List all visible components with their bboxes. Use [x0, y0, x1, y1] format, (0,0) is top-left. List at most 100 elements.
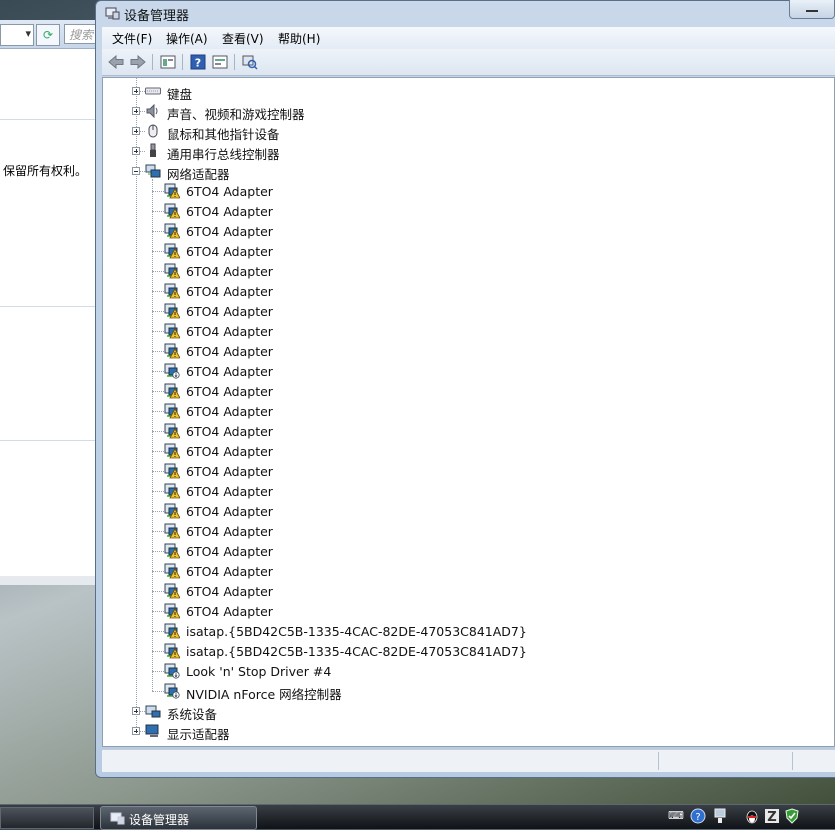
menu-action[interactable]: 操作(A) — [166, 30, 208, 47]
network-adapter-warning-icon — [164, 403, 181, 419]
tree-device[interactable]: NVIDIA nForce 网络控制器 — [103, 681, 834, 702]
tree-device[interactable]: isatap.{5BD42C5B-1335-4CAC-82DE-47053C84… — [103, 621, 834, 641]
network-adapter-warning-icon — [164, 543, 181, 559]
keyboard-icon — [145, 83, 161, 99]
tree-device[interactable]: 6TO4 Adapter — [103, 281, 834, 301]
bg-window-bottom — [0, 576, 96, 585]
tree-item-label: 6TO4 Adapter — [186, 504, 273, 519]
tree-category[interactable]: 系统设备 — [103, 701, 834, 722]
tree-device[interactable]: 6TO4 Adapter — [103, 481, 834, 501]
tree-item-label: 6TO4 Adapter — [186, 224, 273, 239]
menu-file[interactable]: 文件(F) — [112, 30, 152, 47]
back-arrow-icon[interactable] — [106, 52, 126, 72]
tree-item-label: 6TO4 Adapter — [186, 184, 273, 199]
tree-device[interactable]: 6TO4 Adapter — [103, 421, 834, 441]
tree-guide-line — [152, 351, 164, 352]
expand-toggle[interactable] — [132, 87, 140, 95]
window-title: 设备管理器 — [124, 9, 190, 24]
device-tree[interactable]: 键盘 声音、视频和游戏控制器 鼠标和其他指针设备 通用串行总线控制器 网络适配器 6TO4… — [102, 77, 835, 747]
tree-device[interactable]: 6TO4 Adapter — [103, 181, 834, 201]
tree-device[interactable]: 6TO4 Adapter — [103, 601, 834, 621]
show-hidden-icon[interactable] — [210, 52, 230, 72]
tree-device[interactable]: 6TO4 Adapter — [103, 401, 834, 421]
tree-device[interactable]: 6TO4 Adapter — [103, 541, 834, 561]
network-adapter-warning-icon — [164, 603, 181, 619]
shield-check-icon[interactable] — [784, 808, 800, 824]
network-icon[interactable] — [712, 808, 728, 824]
tree-item-label: Look 'n' Stop Driver #4 — [186, 664, 332, 679]
tree-device[interactable]: 6TO4 Adapter — [103, 501, 834, 521]
tree-item-label: isatap.{5BD42C5B-1335-4CAC-82DE-47053C84… — [186, 624, 527, 639]
tree-device[interactable]: Look 'n' Stop Driver #4 — [103, 661, 834, 681]
tree-guide-line — [152, 471, 164, 472]
taskbar-previous-item[interactable] — [0, 807, 94, 829]
properties-icon[interactable] — [158, 52, 178, 72]
tree-device[interactable]: 6TO4 Adapter — [103, 341, 834, 361]
tree-device[interactable]: isatap.{5BD42C5B-1335-4CAC-82DE-47053C84… — [103, 641, 834, 661]
zone-alarm-icon[interactable]: Z — [764, 808, 780, 825]
menu-view[interactable]: 查看(V) — [222, 30, 264, 47]
tree-device[interactable]: 6TO4 Adapter — [103, 561, 834, 581]
taskbar-device-manager-button[interactable]: 设备管理器 — [100, 806, 257, 830]
network-adapter-icon — [164, 683, 180, 699]
tree-device[interactable]: 6TO4 Adapter — [103, 461, 834, 481]
menu-help[interactable]: 帮助(H) — [278, 30, 320, 47]
toolbar-separator — [182, 54, 183, 70]
expand-toggle[interactable] — [132, 727, 140, 735]
expand-toggle[interactable] — [132, 147, 140, 155]
network-adapter-warning-icon — [164, 463, 181, 479]
forward-arrow-icon[interactable] — [128, 52, 148, 72]
refresh-icon[interactable]: ⟳ — [36, 24, 60, 46]
network-adapter-warning-icon — [164, 563, 181, 579]
tree-guide-line — [152, 491, 164, 492]
tree-device[interactable]: 6TO4 Adapter — [103, 361, 834, 381]
tree-guide-line — [152, 591, 164, 592]
tree-guide-line — [152, 211, 164, 212]
title-bar[interactable]: 设备管理器 — [96, 0, 835, 25]
tree-category[interactable]: 键盘 — [103, 81, 834, 102]
expand-toggle[interactable] — [132, 107, 140, 115]
taskbar-button-label: 设备管理器 — [129, 813, 190, 827]
tree-device[interactable]: 6TO4 Adapter — [103, 241, 834, 261]
tree-item-label: 6TO4 Adapter — [186, 544, 273, 559]
tree-device[interactable]: 6TO4 Adapter — [103, 221, 834, 241]
tree-device[interactable]: 6TO4 Adapter — [103, 301, 834, 321]
keyboard-icon[interactable]: ⌨ — [668, 808, 684, 824]
tree-guide-line — [152, 691, 164, 692]
tree-guide-line — [152, 271, 164, 272]
system-device-icon — [145, 703, 161, 719]
network-adapter-warning-icon — [164, 423, 181, 439]
status-divider — [792, 752, 793, 770]
tree-item-label: 6TO4 Adapter — [186, 324, 273, 339]
tree-device[interactable]: 6TO4 Adapter — [103, 441, 834, 461]
tree-category[interactable]: 声音、视频和游戏控制器 — [103, 101, 834, 122]
tree-category[interactable]: 显示适配器 — [103, 721, 834, 742]
tree-category[interactable]: 通用串行总线控制器 — [103, 141, 834, 162]
qq-penguin-icon[interactable] — [744, 808, 760, 824]
divider — [0, 306, 96, 307]
device-manager-icon — [110, 812, 125, 825]
tree-device[interactable]: 6TO4 Adapter — [103, 321, 834, 341]
help-icon[interactable]: ? — [188, 52, 208, 72]
scan-hardware-icon[interactable] — [240, 52, 260, 72]
minimize-button[interactable] — [789, 0, 835, 19]
tree-device[interactable]: 6TO4 Adapter — [103, 381, 834, 401]
tree-guide-line — [152, 551, 164, 552]
collapse-toggle[interactable] — [132, 167, 140, 175]
tree-device[interactable]: 6TO4 Adapter — [103, 201, 834, 221]
tree-device[interactable]: 6TO4 Adapter — [103, 521, 834, 541]
tree-category[interactable]: 网络适配器 — [103, 161, 834, 182]
network-adapter-icon — [145, 163, 161, 179]
tree-category[interactable]: 鼠标和其他指针设备 — [103, 121, 834, 142]
address-dropdown[interactable] — [0, 24, 34, 46]
help-circle-icon[interactable]: ? — [690, 808, 706, 824]
tree-device[interactable]: 6TO4 Adapter — [103, 261, 834, 281]
tree-item-label: 显示适配器 — [167, 727, 230, 742]
tree-guide-line — [152, 391, 164, 392]
toolbar-separator — [152, 54, 153, 70]
expand-toggle[interactable] — [132, 127, 140, 135]
tree-item-label: 6TO4 Adapter — [186, 284, 273, 299]
tree-device[interactable]: 6TO4 Adapter — [103, 581, 834, 601]
expand-toggle[interactable] — [132, 707, 140, 715]
tree-item-label: 6TO4 Adapter — [186, 484, 273, 499]
